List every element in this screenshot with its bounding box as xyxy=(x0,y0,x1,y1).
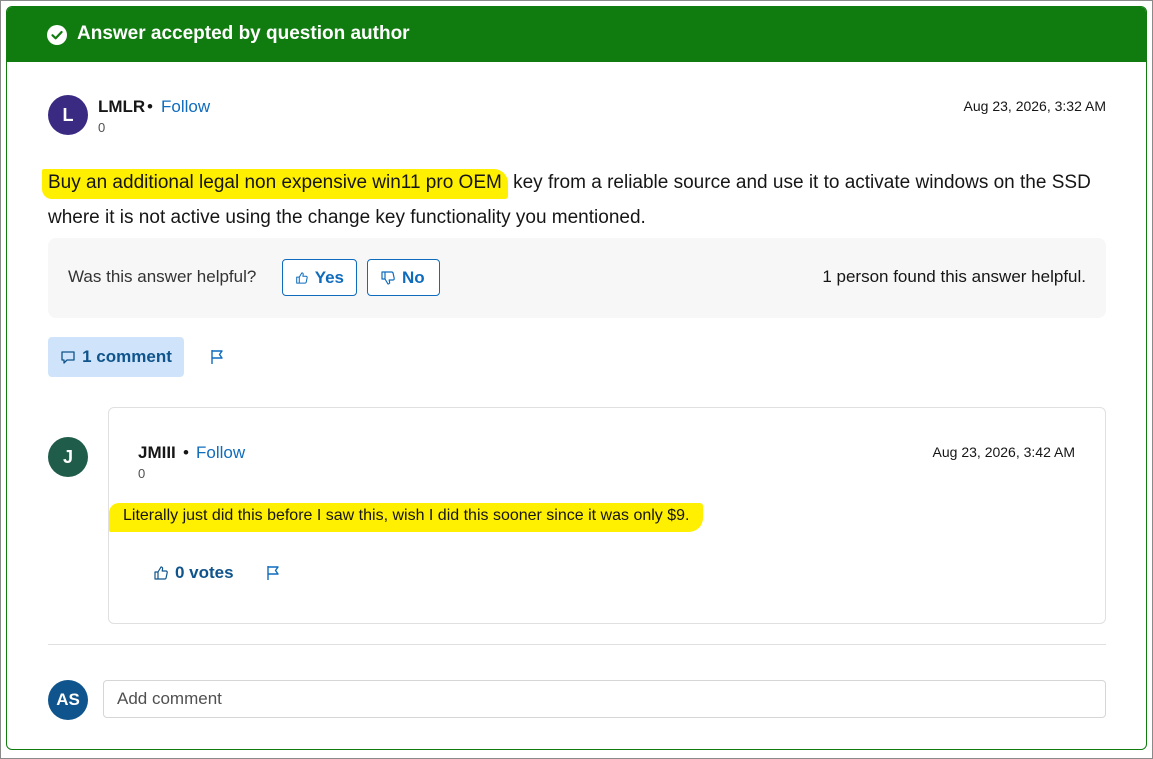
no-button[interactable]: No xyxy=(367,259,440,296)
reply-author-name[interactable]: JMIII xyxy=(138,443,176,463)
follow-link[interactable]: Follow xyxy=(161,97,210,117)
answer-timestamp: Aug 23, 2026, 3:32 AM xyxy=(963,98,1106,114)
reply-follow-link[interactable]: Follow xyxy=(196,443,245,463)
name-separator: • xyxy=(147,97,153,116)
reply-name-separator: • xyxy=(183,443,189,462)
comments-toggle-button[interactable]: 1 comment xyxy=(48,337,184,377)
reply-body: Literally just did this before I saw thi… xyxy=(109,503,704,532)
reply-highlighted-text: Literally just did this before I saw thi… xyxy=(109,503,704,532)
add-comment-input[interactable] xyxy=(103,680,1106,718)
answer-body: Buy an additional legal non expensive wi… xyxy=(42,165,1118,235)
flag-icon[interactable] xyxy=(264,564,282,582)
reply-author-avatar[interactable]: J xyxy=(48,437,88,477)
no-label: No xyxy=(402,267,425,287)
thumbs-up-icon xyxy=(296,271,308,284)
author-reputation: 0 xyxy=(98,120,106,135)
current-user-avatar: AS xyxy=(48,680,88,720)
reply-author-reputation: 0 xyxy=(138,466,146,481)
divider xyxy=(48,644,1106,645)
votes-label: 0 votes xyxy=(175,563,234,582)
thumbs-up-icon xyxy=(154,566,168,580)
yes-button[interactable]: Yes xyxy=(282,259,357,296)
helpful-question: Was this answer helpful? xyxy=(68,267,257,286)
yes-label: Yes xyxy=(314,267,344,287)
thumbs-down-icon xyxy=(381,270,395,285)
answer-card: Answer accepted by question author L LML… xyxy=(6,6,1147,750)
answer-author-avatar[interactable]: L xyxy=(48,95,88,135)
helpful-panel: Was this answer helpful? Yes No 1 person… xyxy=(48,238,1106,318)
banner-title: Answer accepted by question author xyxy=(77,23,410,44)
comment-icon xyxy=(61,351,75,364)
vote-button[interactable]: 0 votes xyxy=(153,563,234,583)
answer-author-name[interactable]: LMLR xyxy=(98,97,145,117)
highlighted-text: Buy an additional legal non expensive wi… xyxy=(42,169,508,199)
check-circle-icon xyxy=(47,25,67,45)
accepted-banner: Answer accepted by question author xyxy=(7,7,1146,62)
helpful-count: 1 person found this answer helpful. xyxy=(822,267,1086,286)
flag-icon[interactable] xyxy=(208,348,226,366)
reply-timestamp: Aug 23, 2026, 3:42 AM xyxy=(932,444,1075,460)
comments-count-label: 1 comment xyxy=(82,347,172,366)
